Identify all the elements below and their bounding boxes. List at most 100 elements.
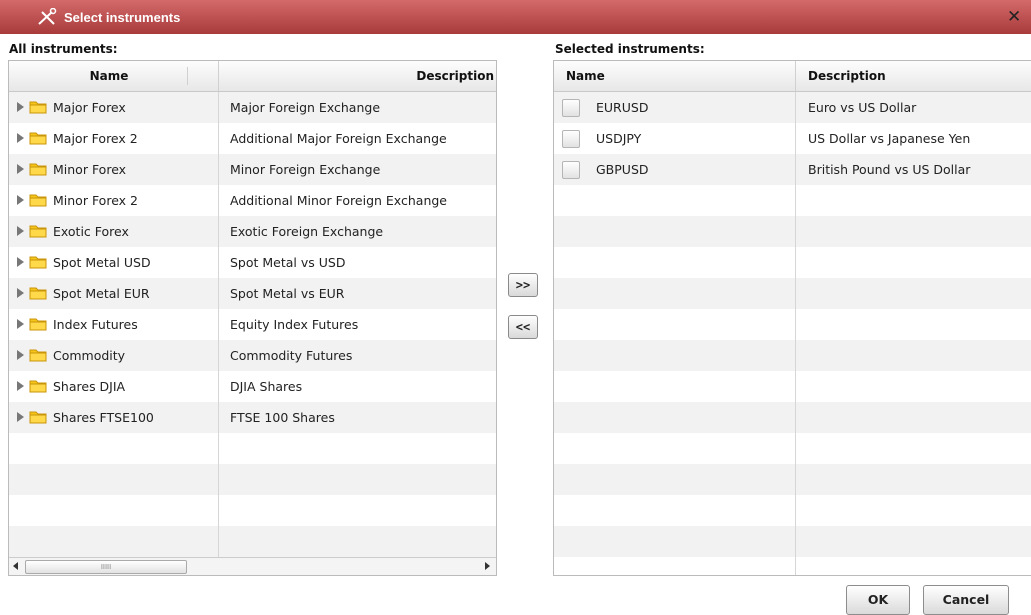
empty-row [9,526,496,557]
selected-name: EURUSD [596,100,649,115]
instrument-row[interactable]: Index Futures Equity Index Futures [9,309,496,340]
folder-icon [29,194,47,207]
instrument-description: Additional Major Foreign Exchange [230,131,447,146]
folder-icon [29,163,47,176]
instrument-row[interactable]: Minor Forex 2 Additional Minor Foreign Ex… [9,185,496,216]
instrument-row[interactable]: Commodity Commodity Futures [9,340,496,371]
instrument-description: Additional Minor Foreign Exchange [230,193,447,208]
instrument-row[interactable]: Exotic Forex Exotic Foreign Exchange [9,216,496,247]
selected-name: USDJPY [596,131,642,146]
instrument-description: Equity Index Futures [230,317,359,332]
instrument-name: Major Forex [53,100,126,115]
remove-instrument-button[interactable]: << [508,315,538,339]
column-header-name[interactable]: Name [566,61,766,91]
instrument-row[interactable]: Spot Metal EUR Spot Metal vs EUR [9,278,496,309]
instrument-name: Spot Metal USD [53,255,151,270]
scroll-grip: IIIII [100,563,112,571]
folder-icon [29,101,47,114]
instrument-name: Index Futures [53,317,138,332]
instrument-list: Major Forex Major Foreign Exchange Major F… [9,92,496,557]
all-instruments-grid[interactable]: Name Description Major Forex Major Foreig… [8,60,497,576]
expand-arrow-icon[interactable] [17,133,24,143]
empty-row [554,216,1031,247]
folder-icon [29,349,47,362]
all-instruments-label: All instruments: [9,42,118,56]
folder-icon [29,318,47,331]
add-instrument-button[interactable]: >> [508,273,538,297]
instrument-row[interactable]: Spot Metal USD Spot Metal vs USD [9,247,496,278]
expand-arrow-icon[interactable] [17,195,24,205]
folder-icon [29,225,47,238]
dialog-title: Select instruments [64,10,181,25]
expand-arrow-icon[interactable] [17,350,24,360]
instrument-name: Spot Metal EUR [53,286,150,301]
dialog-titlebar[interactable]: Select instruments ✕ [0,0,1031,34]
expand-arrow-icon[interactable] [17,319,24,329]
instrument-description: Commodity Futures [230,348,353,363]
expand-arrow-icon[interactable] [17,412,24,422]
instrument-description: Minor Foreign Exchange [230,162,381,177]
instrument-row[interactable]: Major Forex Major Foreign Exchange [9,92,496,123]
empty-row [554,309,1031,340]
selected-row[interactable]: USDJPY US Dollar vs Japanese Yen [554,123,1031,154]
cancel-button[interactable]: Cancel [923,585,1009,615]
expand-arrow-icon[interactable] [17,288,24,298]
ok-button[interactable]: OK [846,585,910,615]
folder-icon [29,132,47,145]
expand-arrow-icon[interactable] [17,102,24,112]
horizontal-scrollbar[interactable]: IIIII [9,557,496,575]
instrument-name: Shares DJIA [53,379,126,394]
instrument-name: Minor Forex [53,162,127,177]
empty-row [554,371,1031,402]
folder-icon [29,380,47,393]
expand-arrow-icon[interactable] [17,226,24,236]
row-checkbox[interactable] [562,161,580,179]
expand-arrow-icon[interactable] [17,381,24,391]
row-checkbox[interactable] [562,130,580,148]
instrument-name: Minor Forex 2 [53,193,138,208]
close-icon[interactable]: ✕ [1007,7,1021,27]
tools-icon [38,8,57,25]
instrument-description: Major Foreign Exchange [230,100,381,115]
empty-row [9,464,496,495]
selected-instruments-grid[interactable]: Name Description EURUSD Euro vs US Dollar… [553,60,1031,576]
empty-row [554,495,1031,526]
instrument-name: Shares FTSE100 [53,410,154,425]
instrument-description: DJIA Shares [230,379,303,394]
instrument-row[interactable]: Major Forex 2 Additional Major Foreign Ex… [9,123,496,154]
instrument-description: Exotic Foreign Exchange [230,224,384,239]
empty-row [554,278,1031,309]
scroll-left-icon[interactable] [13,562,18,570]
empty-row [9,495,496,526]
folder-icon [29,287,47,300]
empty-row [554,526,1031,557]
empty-row [554,185,1031,216]
grid-header: Name Description [554,61,1031,92]
grid-header: Name Description [9,61,496,92]
empty-row [554,433,1031,464]
row-checkbox[interactable] [562,99,580,117]
selected-list: EURUSD Euro vs US Dollar USDJPY US Dollar v… [554,92,1031,575]
empty-row [554,247,1031,278]
instrument-row[interactable]: Shares DJIA DJIA Shares [9,371,496,402]
instrument-row[interactable]: Minor Forex Minor Foreign Exchange [9,154,496,185]
selected-description: British Pound vs US Dollar [808,162,971,177]
column-header-name[interactable]: Name [9,61,209,91]
instrument-description: Spot Metal vs USD [230,255,346,270]
expand-arrow-icon[interactable] [17,257,24,267]
selected-description: US Dollar vs Japanese Yen [808,131,971,146]
folder-icon [29,256,47,269]
scroll-thumb[interactable]: IIIII [25,560,187,574]
instrument-row[interactable]: Shares FTSE100 FTSE 100 Shares [9,402,496,433]
empty-row [554,464,1031,495]
selected-row[interactable]: GBPUSD British Pound vs US Dollar [554,154,1031,185]
column-header-description[interactable]: Description [219,61,494,91]
column-header-description[interactable]: Description [808,61,1028,91]
selected-description: Euro vs US Dollar [808,100,917,115]
selected-instruments-label: Selected instruments: [555,42,705,56]
scroll-right-icon[interactable] [485,562,490,570]
selected-row[interactable]: EURUSD Euro vs US Dollar [554,92,1031,123]
empty-row [554,402,1031,433]
instrument-description: Spot Metal vs EUR [230,286,345,301]
expand-arrow-icon[interactable] [17,164,24,174]
